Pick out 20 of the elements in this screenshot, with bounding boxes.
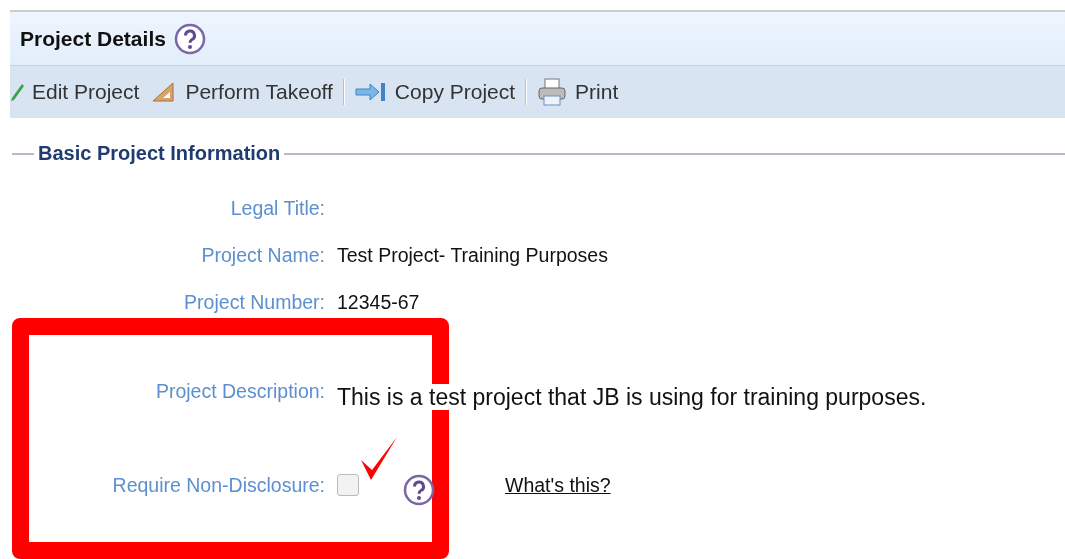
toolbar-button[interactable]: Print — [535, 77, 621, 107]
printer-icon — [537, 77, 568, 107]
field-value: 12345-67 — [337, 291, 420, 313]
panel-title: Project Details — [20, 26, 166, 51]
whats-this-link[interactable]: What's this? — [461, 474, 611, 497]
field-label: Project Name: — [200, 244, 325, 268]
pencil-icon — [10, 82, 24, 102]
field-label: Legal Title: — [229, 197, 325, 221]
toolbar-button[interactable]: Perform Takeoff — [149, 80, 335, 104]
field-label: Require Non-Disclosure: — [111, 474, 325, 498]
checkbox[interactable] — [337, 474, 359, 496]
toolbar-button[interactable]: Edit Project — [8, 80, 142, 104]
arrow-icon — [354, 82, 387, 102]
section-title: Basic Project Information — [37, 142, 282, 165]
field-label: Project Number: — [183, 291, 325, 315]
toolbar-button[interactable]: Copy Project — [352, 80, 518, 104]
field-value: Test Project- Training Purposes — [337, 244, 608, 266]
help-icon[interactable] — [403, 474, 435, 506]
field-label: Project Description: — [154, 380, 325, 404]
help-icon[interactable] — [173, 22, 206, 55]
